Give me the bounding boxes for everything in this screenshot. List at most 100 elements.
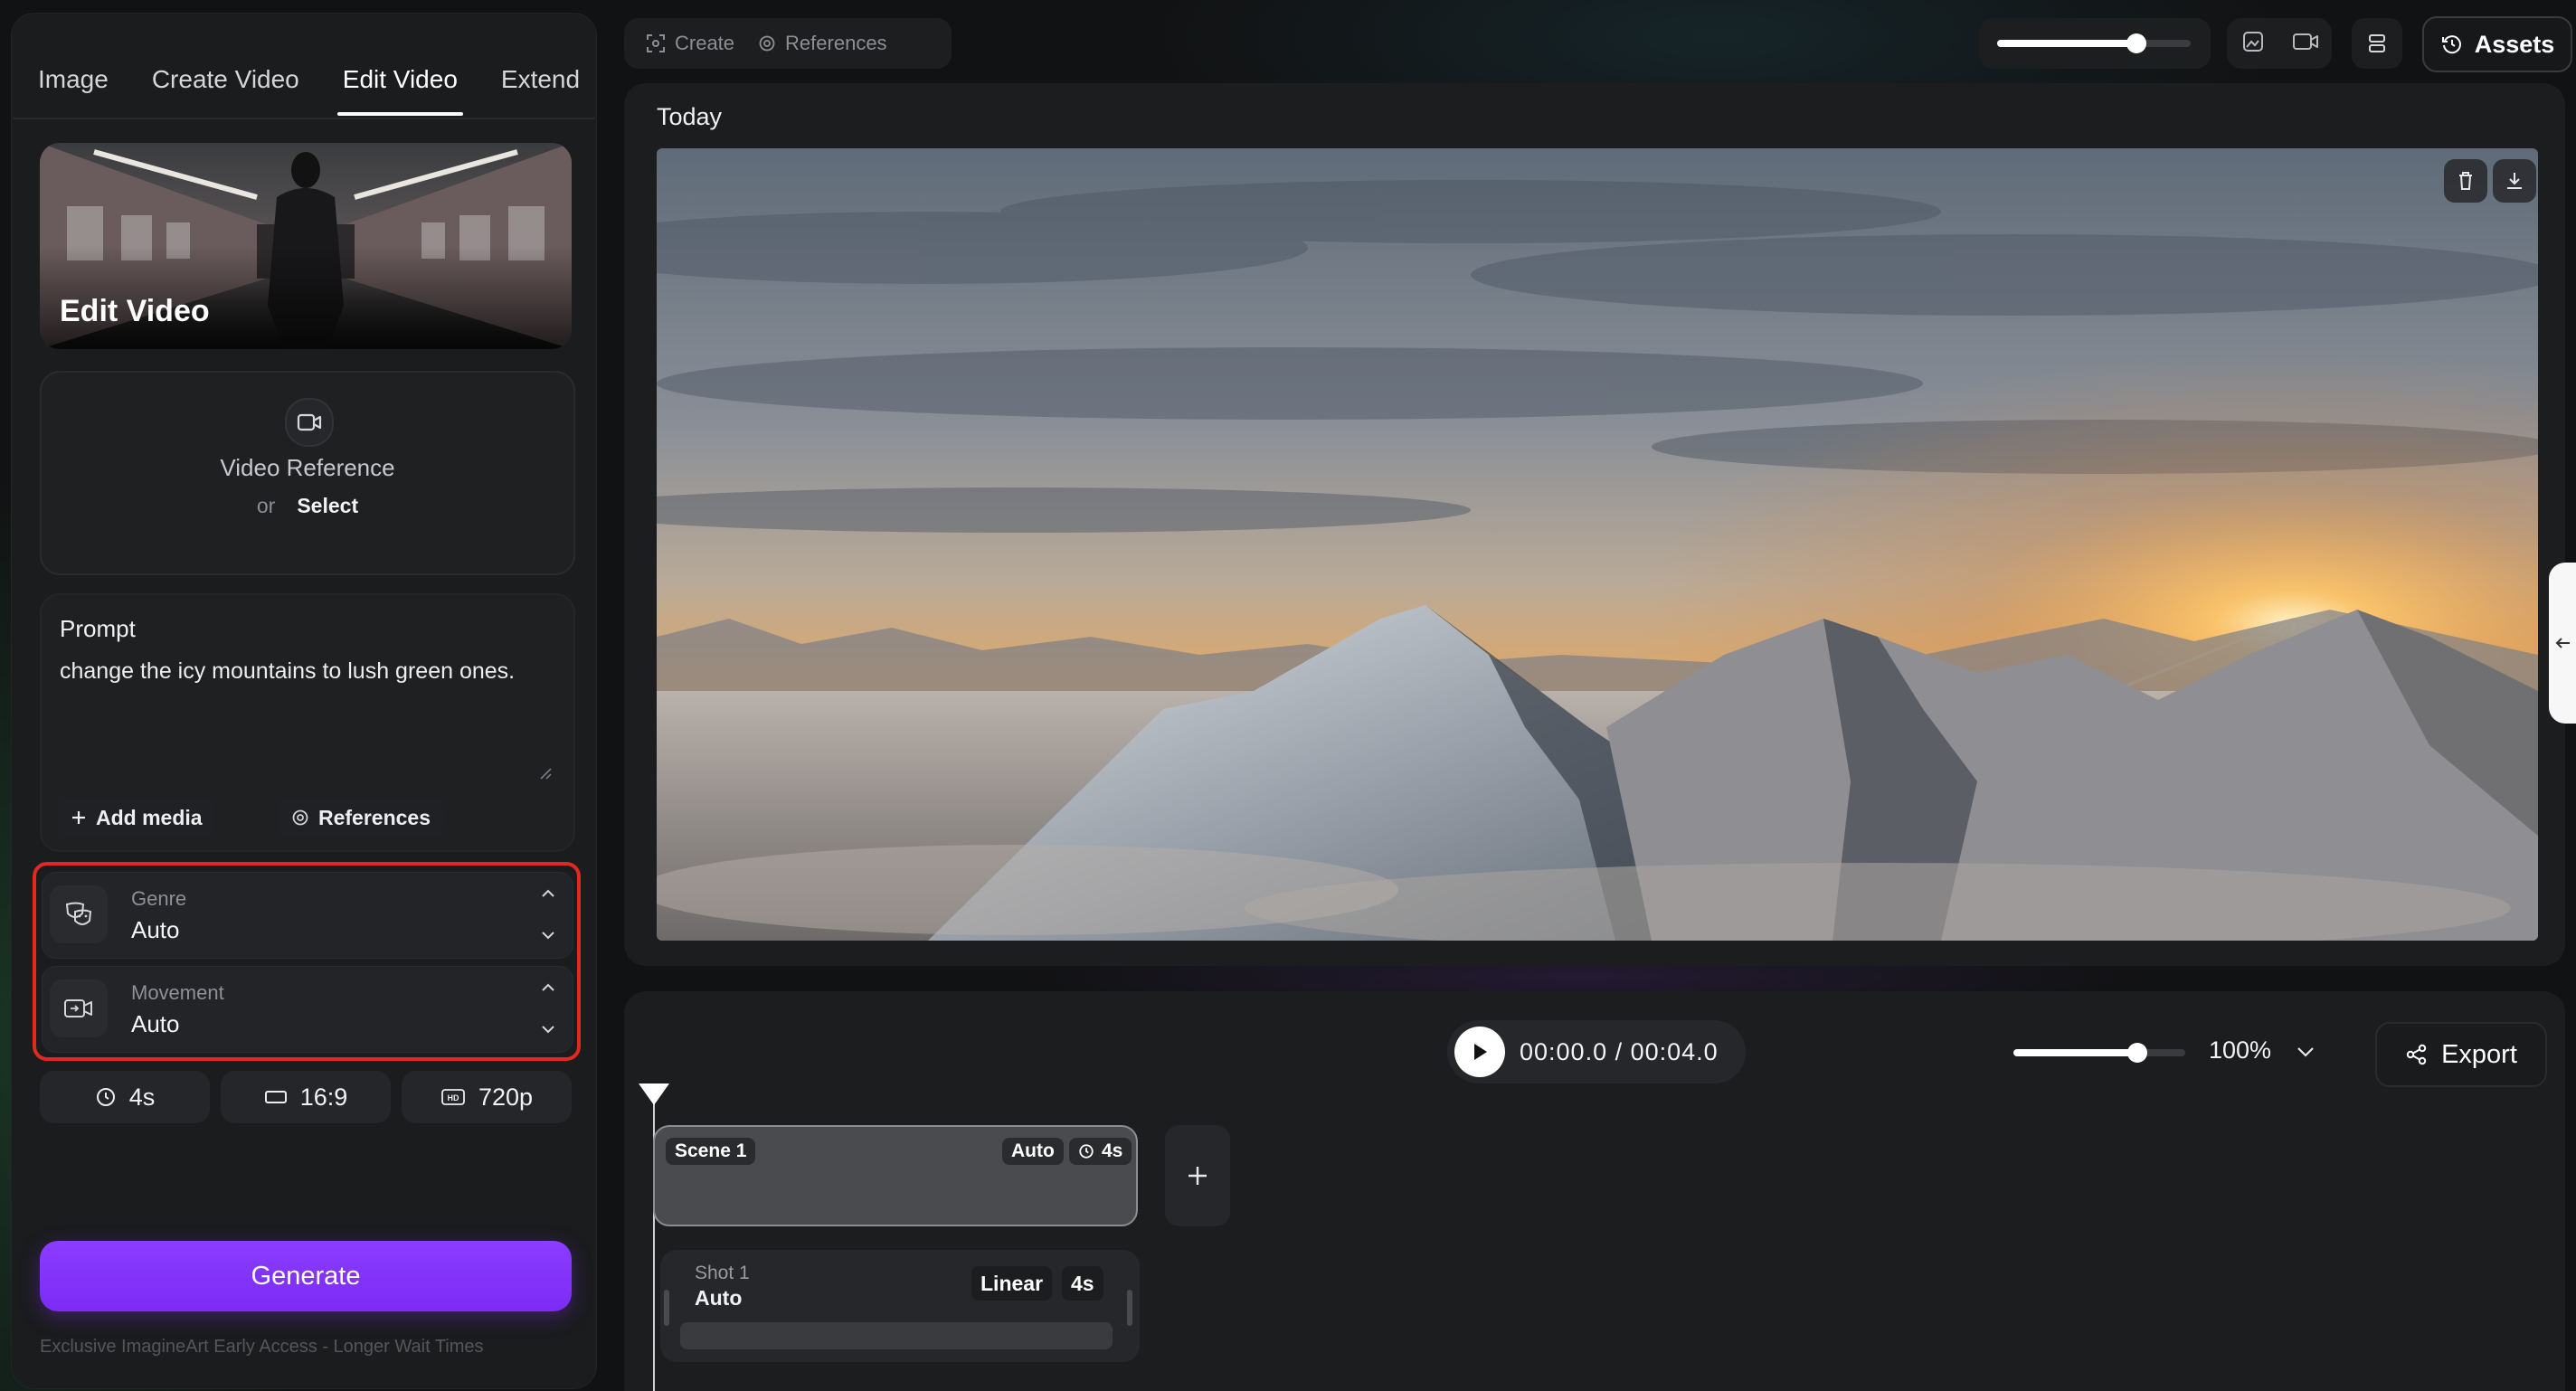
edit-video-hero-card[interactable]: Edit Video — [40, 143, 572, 349]
genre-value: Auto — [131, 916, 180, 943]
aspect-ratio-icon — [264, 1091, 287, 1103]
play-icon — [1474, 1044, 1487, 1060]
video-reference-title: Video Reference — [220, 454, 395, 481]
resolution-option[interactable]: HD 720p — [402, 1071, 572, 1123]
arrow-left-icon — [2555, 638, 2570, 648]
svg-text:HD: HD — [447, 1093, 459, 1102]
history-icon — [2441, 35, 2461, 54]
hero-title: Edit Video — [60, 294, 210, 328]
select-link[interactable]: Select — [297, 494, 358, 517]
masks-icon — [50, 885, 108, 943]
or-text: or — [256, 494, 276, 517]
assets-button[interactable]: Assets — [2422, 16, 2572, 72]
video-reference-subline: or Select — [42, 494, 573, 518]
tab-image[interactable]: Image — [33, 56, 114, 114]
aspect-ratio-value: 16:9 — [299, 1083, 348, 1111]
add-media-button[interactable]: Add media — [58, 798, 215, 837]
at-sign-icon — [292, 809, 308, 826]
play-button[interactable] — [1454, 1027, 1505, 1077]
scene-label: Scene 1 — [666, 1138, 756, 1165]
zoom-level: 100% — [2209, 1036, 2272, 1064]
prompt-label: Prompt — [60, 615, 136, 642]
tab-create-video[interactable]: Create Video — [147, 56, 305, 114]
shot-duration-tag: 4s — [1062, 1266, 1103, 1301]
zoom-slider[interactable] — [2013, 1043, 2185, 1063]
slider-fill — [1997, 40, 2136, 47]
create-mode-button[interactable]: Create — [624, 32, 756, 55]
hd-icon: HD — [441, 1089, 465, 1105]
prompt-references-button[interactable]: References — [279, 798, 444, 837]
chevron-up-icon[interactable] — [538, 887, 558, 900]
tabs-divider — [13, 118, 595, 119]
tab-edit-video[interactable]: Edit Video — [336, 56, 464, 116]
grid-size-slider[interactable] — [1997, 33, 2191, 53]
size-slider-group — [1979, 18, 2211, 69]
duration-value: 4s — [128, 1083, 156, 1111]
prompt-textarea[interactable]: change the icy mountains to lush green o… — [60, 655, 530, 687]
shot-left-handle[interactable] — [664, 1290, 669, 1326]
chevron-down-icon[interactable] — [538, 929, 558, 942]
layout-list-icon — [2369, 34, 2385, 52]
generate-button[interactable]: Generate — [40, 1241, 572, 1311]
genre-label: Genre — [131, 887, 187, 910]
at-sign-icon — [759, 35, 775, 52]
camera-movement-icon — [50, 979, 108, 1037]
mode-tabs: Image Create Video Edit Video Extend — [33, 56, 585, 118]
chevron-down-icon[interactable] — [538, 1023, 558, 1036]
export-button[interactable]: Export — [2375, 1022, 2547, 1087]
video-camera-icon — [285, 398, 334, 447]
share-icon — [2406, 1044, 2427, 1065]
references-mode-label: References — [785, 32, 887, 54]
shot-mode: Auto — [695, 1286, 743, 1310]
download-icon — [2507, 173, 2522, 189]
create-mode-label: Create — [675, 32, 735, 54]
references-mode-button[interactable]: References — [756, 32, 909, 55]
shot-label: Shot 1 — [695, 1263, 750, 1283]
collapse-panel-tab[interactable] — [2549, 563, 2576, 724]
shot-progress-bar — [680, 1322, 1113, 1349]
aspect-ratio-option[interactable]: 16:9 — [221, 1071, 391, 1123]
assets-label: Assets — [2474, 30, 2555, 58]
export-label: Export — [2441, 1039, 2517, 1069]
add-scene-button[interactable] — [1165, 1125, 1230, 1226]
video-reference-dropzone[interactable]: Video Reference or Select — [40, 371, 575, 575]
zoom-dropdown-chevron-icon[interactable] — [2294, 1044, 2317, 1060]
playhead-handle[interactable] — [639, 1083, 669, 1105]
shot-card[interactable]: Shot 1 Auto Linear 4s — [660, 1250, 1140, 1362]
tab-extend[interactable]: Extend — [496, 56, 585, 114]
movement-select[interactable]: Movement Auto — [42, 966, 573, 1053]
shot-right-handle[interactable] — [1127, 1290, 1132, 1326]
slider-knob[interactable] — [2127, 1043, 2147, 1063]
movement-label: Movement — [131, 981, 224, 1004]
prompt-references-label: References — [318, 805, 431, 829]
image-filter-button[interactable] — [2240, 29, 2266, 59]
layout-toggle-button[interactable] — [2352, 18, 2402, 69]
playback-time: 00:00.0 / 00:04.0 — [1520, 1037, 1719, 1065]
clock-icon — [96, 1088, 115, 1106]
scene-mode-tag: Auto — [1002, 1138, 1064, 1165]
prompt-card: Prompt change the icy mountains to lush … — [40, 593, 575, 852]
media-filter-group — [2227, 18, 2332, 69]
add-media-label: Add media — [96, 805, 203, 829]
slider-knob[interactable] — [2126, 33, 2146, 53]
plus-icon — [72, 811, 85, 824]
today-section-label: Today — [657, 103, 723, 130]
scene-duration: 4s — [1102, 1140, 1123, 1161]
trash-icon — [2459, 172, 2472, 190]
video-preview[interactable] — [657, 148, 2538, 941]
chevron-up-icon[interactable] — [538, 981, 558, 994]
video-filter-button[interactable] — [2292, 31, 2319, 57]
mountain-sunset-image — [657, 148, 2538, 941]
download-button[interactable] — [2493, 159, 2536, 203]
playback-controls: 00:00.0 / 00:04.0 — [1447, 1020, 1746, 1083]
duration-option[interactable]: 4s — [40, 1071, 210, 1123]
movement-value: Auto — [131, 1010, 180, 1037]
genre-select[interactable]: Genre Auto — [42, 872, 573, 959]
resolution-value: 720p — [478, 1083, 534, 1111]
top-mode-switch: Create References — [624, 18, 952, 69]
slider-fill — [2013, 1049, 2137, 1056]
plus-icon — [1189, 1167, 1207, 1185]
delete-button[interactable] — [2444, 159, 2487, 203]
scene-card[interactable]: Scene 1 Auto 4s — [653, 1125, 1138, 1226]
resize-grip-icon[interactable] — [539, 767, 552, 780]
